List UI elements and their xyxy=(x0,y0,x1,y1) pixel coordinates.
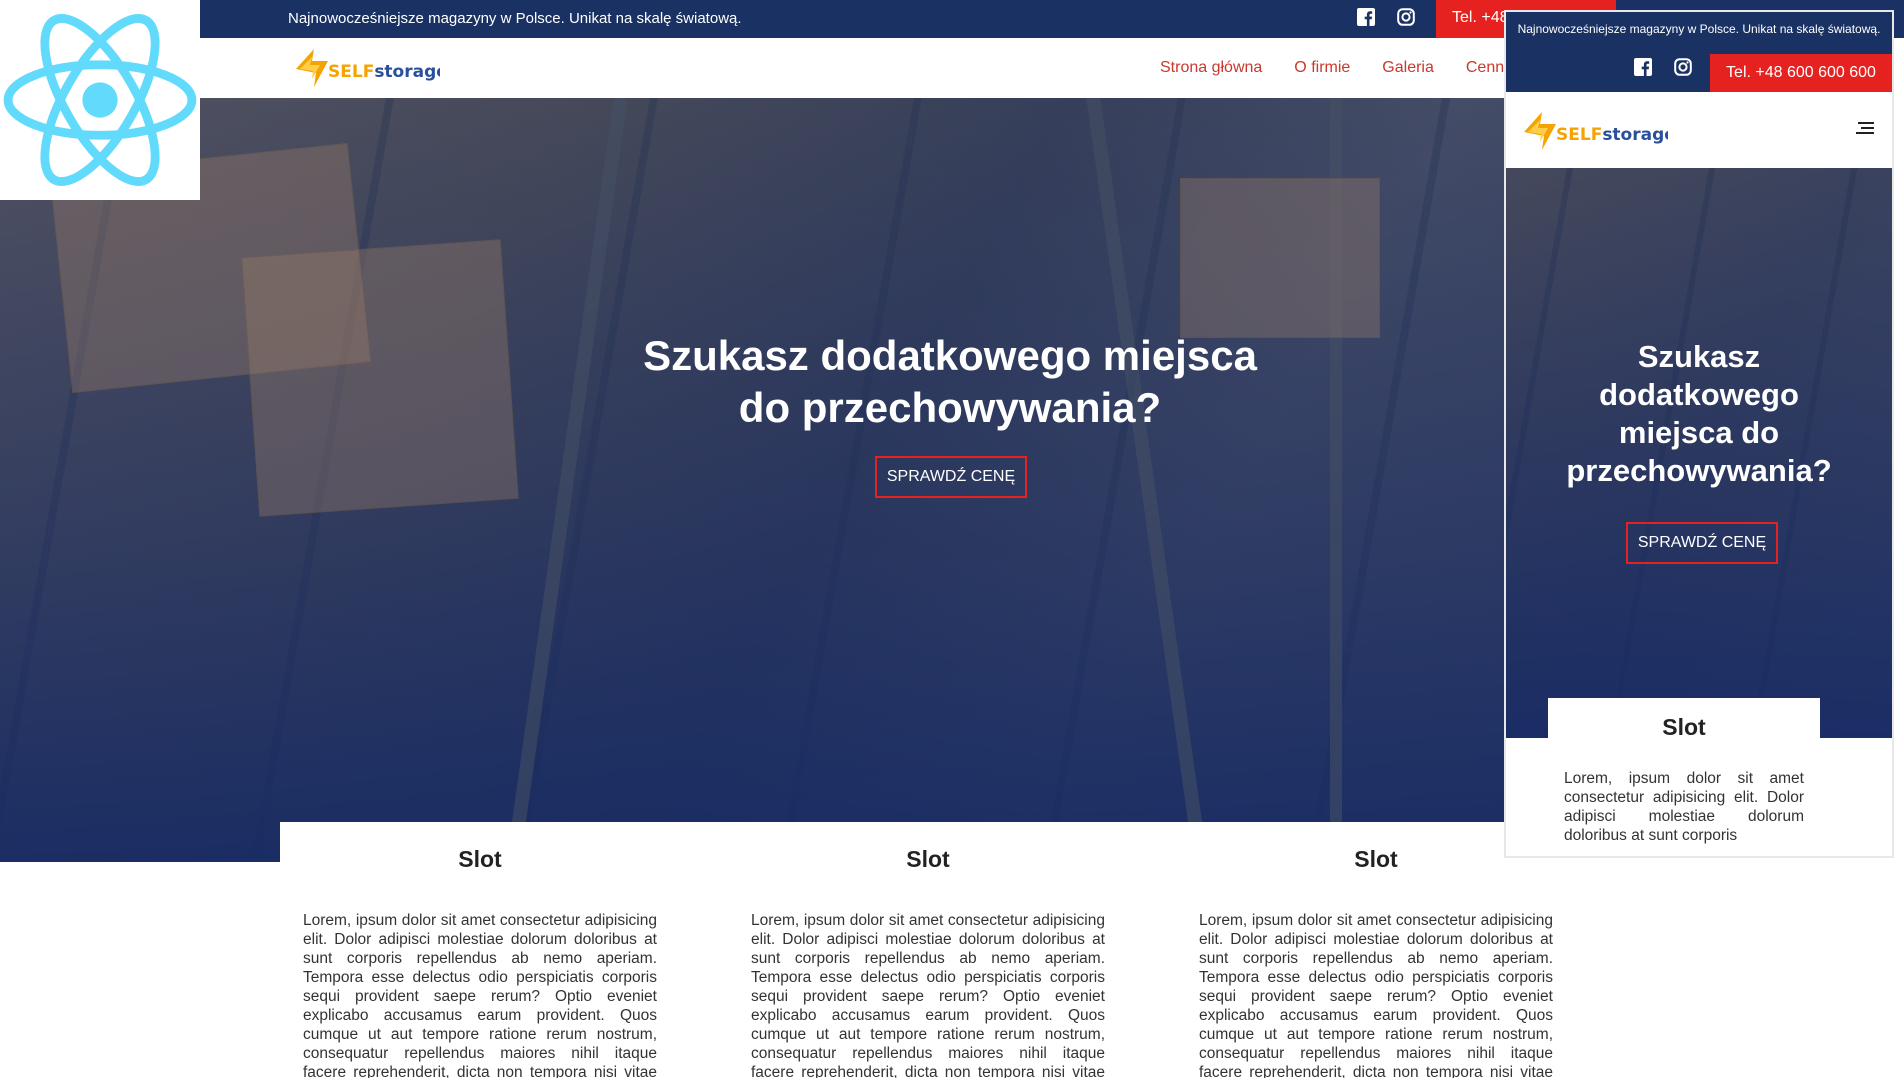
phone-button[interactable]: Tel. +48 600 600 600 xyxy=(1710,54,1892,92)
hero-headline: Szukasz dodatkowego miejsca do przechowy… xyxy=(643,332,1257,431)
hero-shelf-post xyxy=(506,98,628,862)
top-bar-tagline: Najnowocześniejsze magazyny w Polsce. Un… xyxy=(288,10,742,27)
mobile-preview: Najnowocześniejsze magazyny w Polsce. Un… xyxy=(1504,10,1894,858)
menu-item-about[interactable]: O firmie xyxy=(1294,59,1350,77)
check-price-button[interactable]: SPRAWDŹ CENĘ xyxy=(875,456,1027,498)
react-logo-icon xyxy=(3,14,197,186)
desktop-navbar: SELFstorage Strona główna O firmie Galer… xyxy=(200,38,1508,100)
menu-item-pricing[interactable]: Cenni xyxy=(1466,59,1508,77)
facebook-icon[interactable] xyxy=(1634,58,1652,81)
hero-headline: Szukasz dodatkowego miejsca do przechowy… xyxy=(1566,339,1832,488)
desktop-slot-cards: Slot Lorem, ipsum dolor sit amet consect… xyxy=(280,822,1624,1078)
mobile-hero: Szukasz dodatkowego miejsca do przechowy… xyxy=(1506,168,1892,738)
mobile-top-bar: Najnowocześniejsze magazyny w Polsce. Un… xyxy=(1506,12,1892,92)
facebook-icon[interactable] xyxy=(1357,8,1375,31)
instagram-icon[interactable] xyxy=(1674,58,1692,81)
slot-card-text: Lorem, ipsum dolor sit amet consectetur … xyxy=(1564,770,1804,844)
slot-card-title: Slot xyxy=(1662,714,1706,740)
menu-item-gallery[interactable]: Galeria xyxy=(1382,59,1434,77)
react-logo-block xyxy=(0,0,200,200)
slot-card-text: Lorem, ipsum dolor sit amet consectetur … xyxy=(751,912,1105,1078)
selfstorage-logo[interactable]: SELFstorage xyxy=(290,43,448,100)
mobile-navbar: SELFstorage xyxy=(1506,92,1892,168)
desktop-hero: Szukasz dodatkowego miejsca do przechowy… xyxy=(0,98,1506,862)
hero-box xyxy=(1180,178,1380,338)
instagram-icon[interactable] xyxy=(1397,8,1415,31)
slot-card: Slot Lorem, ipsum dolor sit amet consect… xyxy=(280,822,680,1078)
slot-card-title: Slot xyxy=(458,846,502,872)
slot-card: Slot Lorem, ipsum dolor sit amet consect… xyxy=(1548,698,1820,856)
slot-card: Slot Lorem, ipsum dolor sit amet consect… xyxy=(1176,822,1576,1078)
main-menu: Strona główna O firmie Galeria Cenni xyxy=(1160,59,1508,77)
top-bar-tagline: Najnowocześniejsze magazyny w Polsce. Un… xyxy=(1517,22,1881,36)
slot-card-title: Slot xyxy=(906,846,950,872)
menu-item-home[interactable]: Strona główna xyxy=(1160,59,1262,77)
check-price-button[interactable]: SPRAWDŹ CENĘ xyxy=(1626,522,1778,564)
slot-card-text: Lorem, ipsum dolor sit amet consectetur … xyxy=(303,912,657,1078)
selfstorage-logo[interactable]: SELFstorage xyxy=(1518,106,1676,163)
svg-text:SELFstorage: SELFstorage xyxy=(1556,125,1668,145)
slot-card-text: Lorem, ipsum dolor sit amet consectetur … xyxy=(1199,912,1553,1078)
hamburger-menu-icon[interactable] xyxy=(1856,122,1876,141)
slot-card: Slot Lorem, ipsum dolor sit amet consect… xyxy=(728,822,1128,1078)
svg-text:SELFstorage: SELFstorage xyxy=(328,62,440,82)
